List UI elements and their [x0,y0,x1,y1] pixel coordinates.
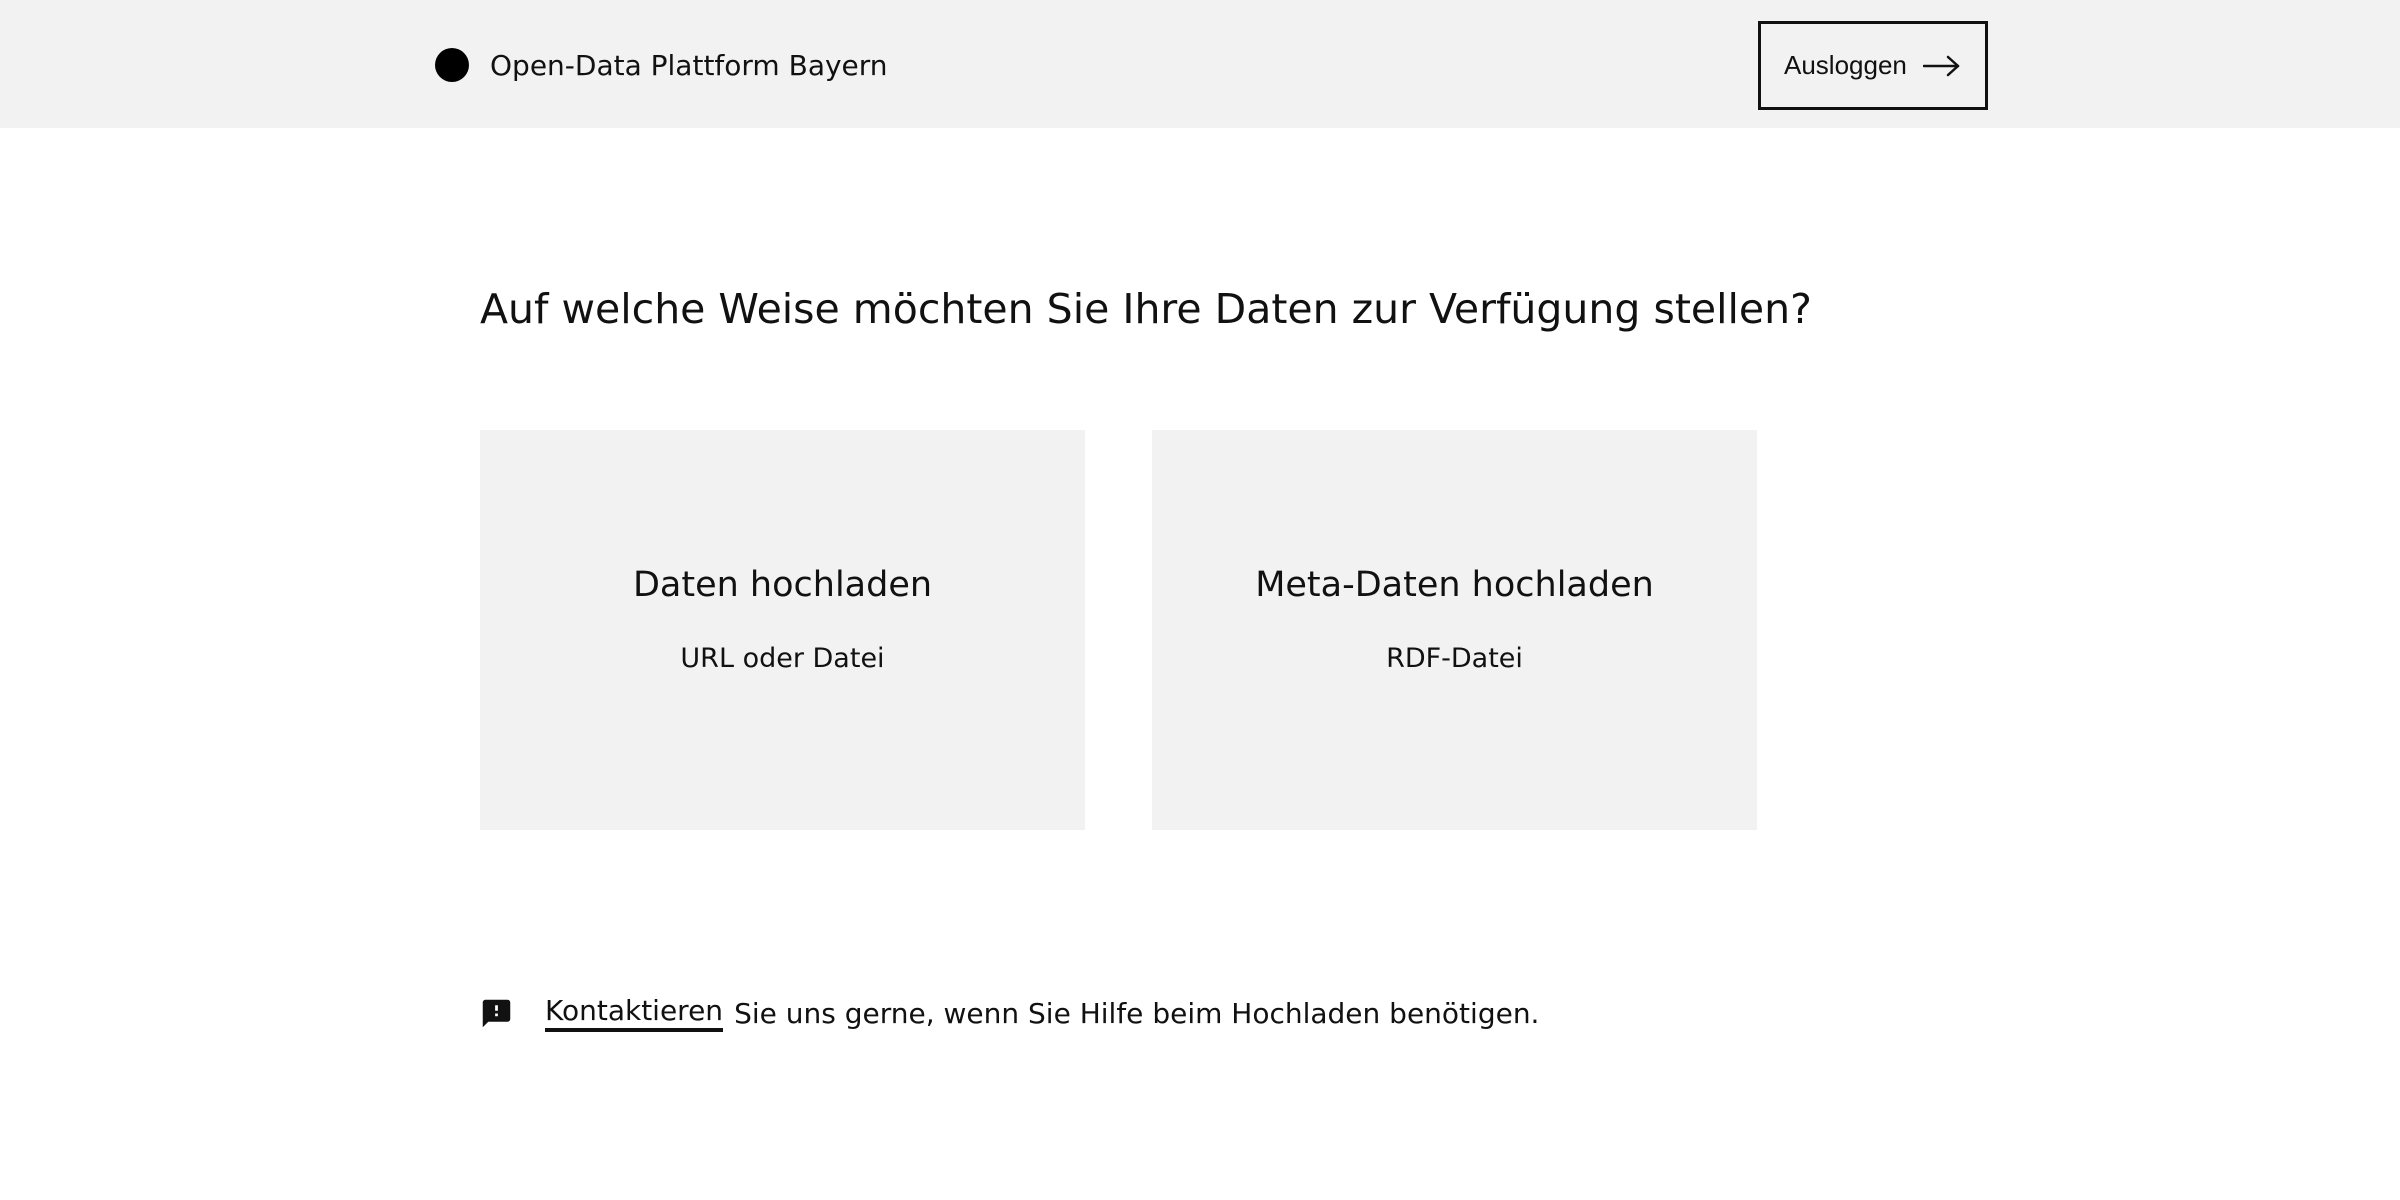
logout-label: Ausloggen [1784,50,1907,80]
help-text: Sie uns gerne, wenn Sie Hilfe beim Hochl… [734,996,1540,1030]
feedback-icon [482,999,511,1027]
card-subtitle: RDF-Datei [1386,643,1523,674]
upload-metadata-card[interactable]: Meta-Daten hochladen RDF-Datei [1152,430,1757,830]
contact-link[interactable]: Kontaktieren [545,994,724,1032]
top-header: Open-Data Plattform Bayern Ausloggen [0,0,2400,128]
brand-title: Open-Data Plattform Bayern [490,48,888,82]
card-title: Meta-Daten hochladen [1255,565,1654,605]
logout-button[interactable]: Ausloggen [1758,21,1988,110]
help-line: Kontaktieren Sie uns gerne, wenn Sie Hil… [480,993,1539,1033]
page-title: Auf welche Weise möchten Sie Ihre Daten … [480,285,1812,333]
upload-data-card[interactable]: Daten hochladen URL oder Datei [480,430,1085,830]
card-subtitle: URL oder Datei [680,643,885,674]
circle-logo-icon [435,48,469,82]
arrow-right-icon [1922,55,1960,76]
brand[interactable]: Open-Data Plattform Bayern [435,47,888,83]
card-title: Daten hochladen [632,565,933,605]
